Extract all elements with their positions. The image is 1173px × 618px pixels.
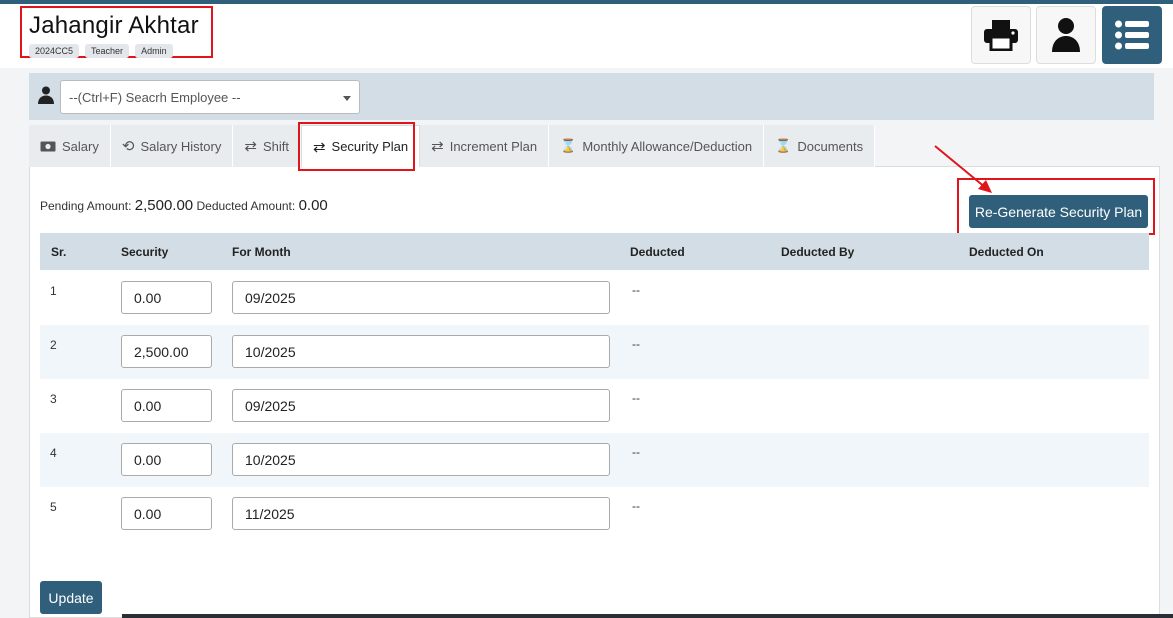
tab-highlight-box bbox=[298, 122, 415, 171]
table-row: 1 -- bbox=[40, 271, 1149, 325]
tab-increment-plan[interactable]: ⇄ Increment Plan bbox=[420, 125, 550, 167]
deducted-value: -- bbox=[632, 337, 640, 351]
hourglass-icon: ⌛ bbox=[775, 138, 792, 153]
security-amount-input[interactable] bbox=[121, 281, 212, 314]
for-month-input[interactable] bbox=[232, 281, 610, 314]
money-icon bbox=[40, 141, 56, 151]
for-month-input[interactable] bbox=[232, 389, 610, 422]
chevron-down-icon bbox=[343, 96, 351, 101]
tab-documents[interactable]: ⌛ Documents bbox=[764, 125, 876, 167]
row-serial: 5 bbox=[50, 500, 57, 514]
table-row: 5 -- bbox=[40, 487, 1149, 541]
employee-badges: 2024CC5 Teacher Admin bbox=[29, 44, 173, 58]
print-button[interactable] bbox=[971, 6, 1031, 64]
column-header-security: Security bbox=[121, 245, 169, 259]
hourglass-icon: ⌛ bbox=[560, 138, 577, 153]
exchange-icon: ⇄ bbox=[431, 138, 444, 155]
profile-button[interactable] bbox=[1036, 6, 1096, 64]
employee-name: Jahangir Akhtar bbox=[29, 12, 199, 39]
column-header-deducted: Deducted bbox=[630, 245, 685, 259]
row-serial: 1 bbox=[50, 284, 57, 298]
column-header-sr: Sr. bbox=[51, 245, 67, 259]
table-header: Sr. Security For Month Deducted Deducted… bbox=[40, 233, 1149, 270]
for-month-input[interactable] bbox=[232, 335, 610, 368]
deducted-amount-label: Deducted Amount: bbox=[196, 199, 296, 213]
tab-monthly-allowance[interactable]: ⌛ Monthly Allowance/Deduction bbox=[549, 125, 765, 167]
security-amount-input[interactable] bbox=[121, 497, 212, 530]
employee-search-bar: --(Ctrl+F) Seacrh Employee -- bbox=[29, 73, 1154, 120]
row-serial: 2 bbox=[50, 338, 57, 352]
tab-label: Salary bbox=[62, 138, 99, 154]
tab-bar: Salary ⟲ Salary History ⇄ Shift ⇄ Securi… bbox=[29, 125, 876, 167]
amount-summary: Pending Amount: 2,500.00 Deducted Amount… bbox=[40, 197, 328, 214]
update-button[interactable]: Update bbox=[40, 581, 102, 614]
table-row: 3 -- bbox=[40, 379, 1149, 433]
deducted-amount-value: 0.00 bbox=[298, 197, 328, 214]
tab-shift[interactable]: ⇄ Shift bbox=[233, 125, 301, 167]
search-placeholder: --(Ctrl+F) Seacrh Employee -- bbox=[69, 90, 241, 105]
column-header-deducted-by: Deducted By bbox=[781, 245, 855, 259]
menu-button[interactable] bbox=[1102, 6, 1162, 64]
user-icon bbox=[1052, 18, 1080, 52]
bottom-bar bbox=[122, 614, 1173, 618]
row-serial: 3 bbox=[50, 392, 57, 406]
tab-label: Documents bbox=[797, 138, 864, 154]
tab-label: Increment Plan bbox=[449, 138, 538, 154]
deducted-value: -- bbox=[632, 391, 640, 405]
tab-label: Salary History bbox=[140, 138, 222, 154]
exchange-icon: ⇄ bbox=[244, 138, 257, 155]
employee-role-badge: Teacher bbox=[85, 44, 130, 58]
user-icon bbox=[38, 86, 54, 104]
row-serial: 4 bbox=[50, 446, 57, 460]
pending-amount-value: 2,500.00 bbox=[134, 197, 194, 214]
list-menu-icon bbox=[1115, 20, 1149, 50]
column-header-deducted-on: Deducted On bbox=[969, 245, 1044, 259]
history-icon: ⟲ bbox=[121, 138, 135, 155]
security-amount-input[interactable] bbox=[121, 389, 212, 422]
employee-code-badge: 2024CC5 bbox=[29, 44, 80, 58]
table-row: 2 -- bbox=[40, 325, 1149, 379]
employee-search-select[interactable]: --(Ctrl+F) Seacrh Employee -- bbox=[60, 80, 360, 114]
regenerate-security-plan-button[interactable]: Re-Generate Security Plan bbox=[969, 195, 1148, 228]
pending-amount-label: Pending Amount: bbox=[40, 199, 132, 213]
for-month-input[interactable] bbox=[232, 497, 610, 530]
security-amount-input[interactable] bbox=[121, 335, 212, 368]
tab-salary-history[interactable]: ⟲ Salary History bbox=[110, 125, 234, 167]
deducted-value: -- bbox=[632, 499, 640, 513]
tab-salary[interactable]: Salary bbox=[29, 125, 111, 167]
for-month-input[interactable] bbox=[232, 443, 610, 476]
table-row: 4 -- bbox=[40, 433, 1149, 487]
column-header-for-month: For Month bbox=[232, 245, 291, 259]
security-amount-input[interactable] bbox=[121, 443, 212, 476]
deducted-value: -- bbox=[632, 283, 640, 297]
deducted-value: -- bbox=[632, 445, 640, 459]
employee-access-badge: Admin bbox=[135, 44, 173, 58]
tab-label: Shift bbox=[262, 138, 289, 154]
tab-label: Monthly Allowance/Deduction bbox=[582, 138, 753, 154]
printer-icon bbox=[984, 20, 1018, 51]
